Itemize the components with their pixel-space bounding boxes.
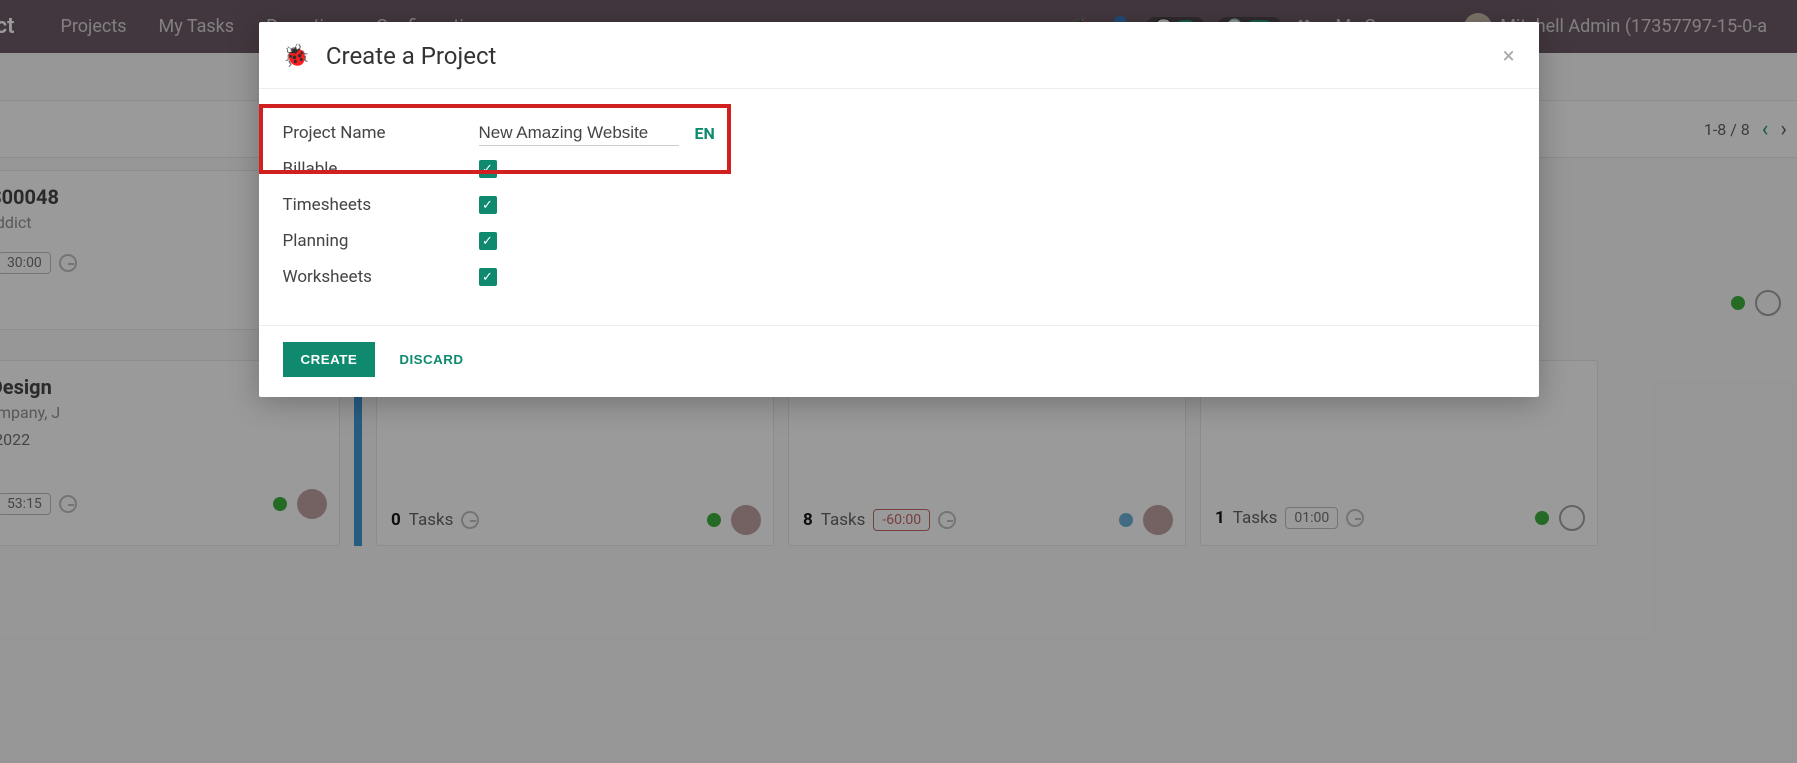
label-planning: Planning — [283, 231, 479, 251]
close-icon[interactable]: × — [1503, 44, 1515, 69]
input-project-name[interactable] — [479, 121, 679, 146]
label-timesheets: Timesheets — [283, 195, 479, 215]
checkbox-timesheets[interactable]: ✓ — [479, 196, 497, 214]
label-project-name: Project Name — [283, 123, 479, 143]
row-timesheets: Timesheets ✓ — [283, 187, 1515, 223]
discard-button[interactable]: DISCARD — [399, 352, 463, 367]
checkbox-billable[interactable]: ✓ — [479, 160, 497, 178]
row-project-name: Project Name EN — [283, 115, 1515, 151]
modal-body: Project Name EN Billable ✓ Timesheets ✓ … — [259, 89, 1539, 325]
row-worksheets: Worksheets ✓ — [283, 259, 1515, 295]
row-planning: Planning ✓ — [283, 223, 1515, 259]
checkbox-worksheets[interactable]: ✓ — [479, 268, 497, 286]
modal-title: Create a Project — [326, 42, 496, 70]
modal-footer: CREATE DISCARD — [259, 325, 1539, 397]
create-project-modal: 🐞 Create a Project × Project Name EN Bil… — [259, 22, 1539, 397]
modal-header: 🐞 Create a Project × — [259, 22, 1539, 89]
label-worksheets: Worksheets — [283, 267, 479, 287]
bug-icon: 🐞 — [283, 44, 310, 69]
create-button[interactable]: CREATE — [283, 342, 376, 377]
label-billable: Billable — [283, 159, 479, 179]
language-chip[interactable]: EN — [695, 124, 715, 143]
row-billable: Billable ✓ — [283, 151, 1515, 187]
checkbox-planning[interactable]: ✓ — [479, 232, 497, 250]
